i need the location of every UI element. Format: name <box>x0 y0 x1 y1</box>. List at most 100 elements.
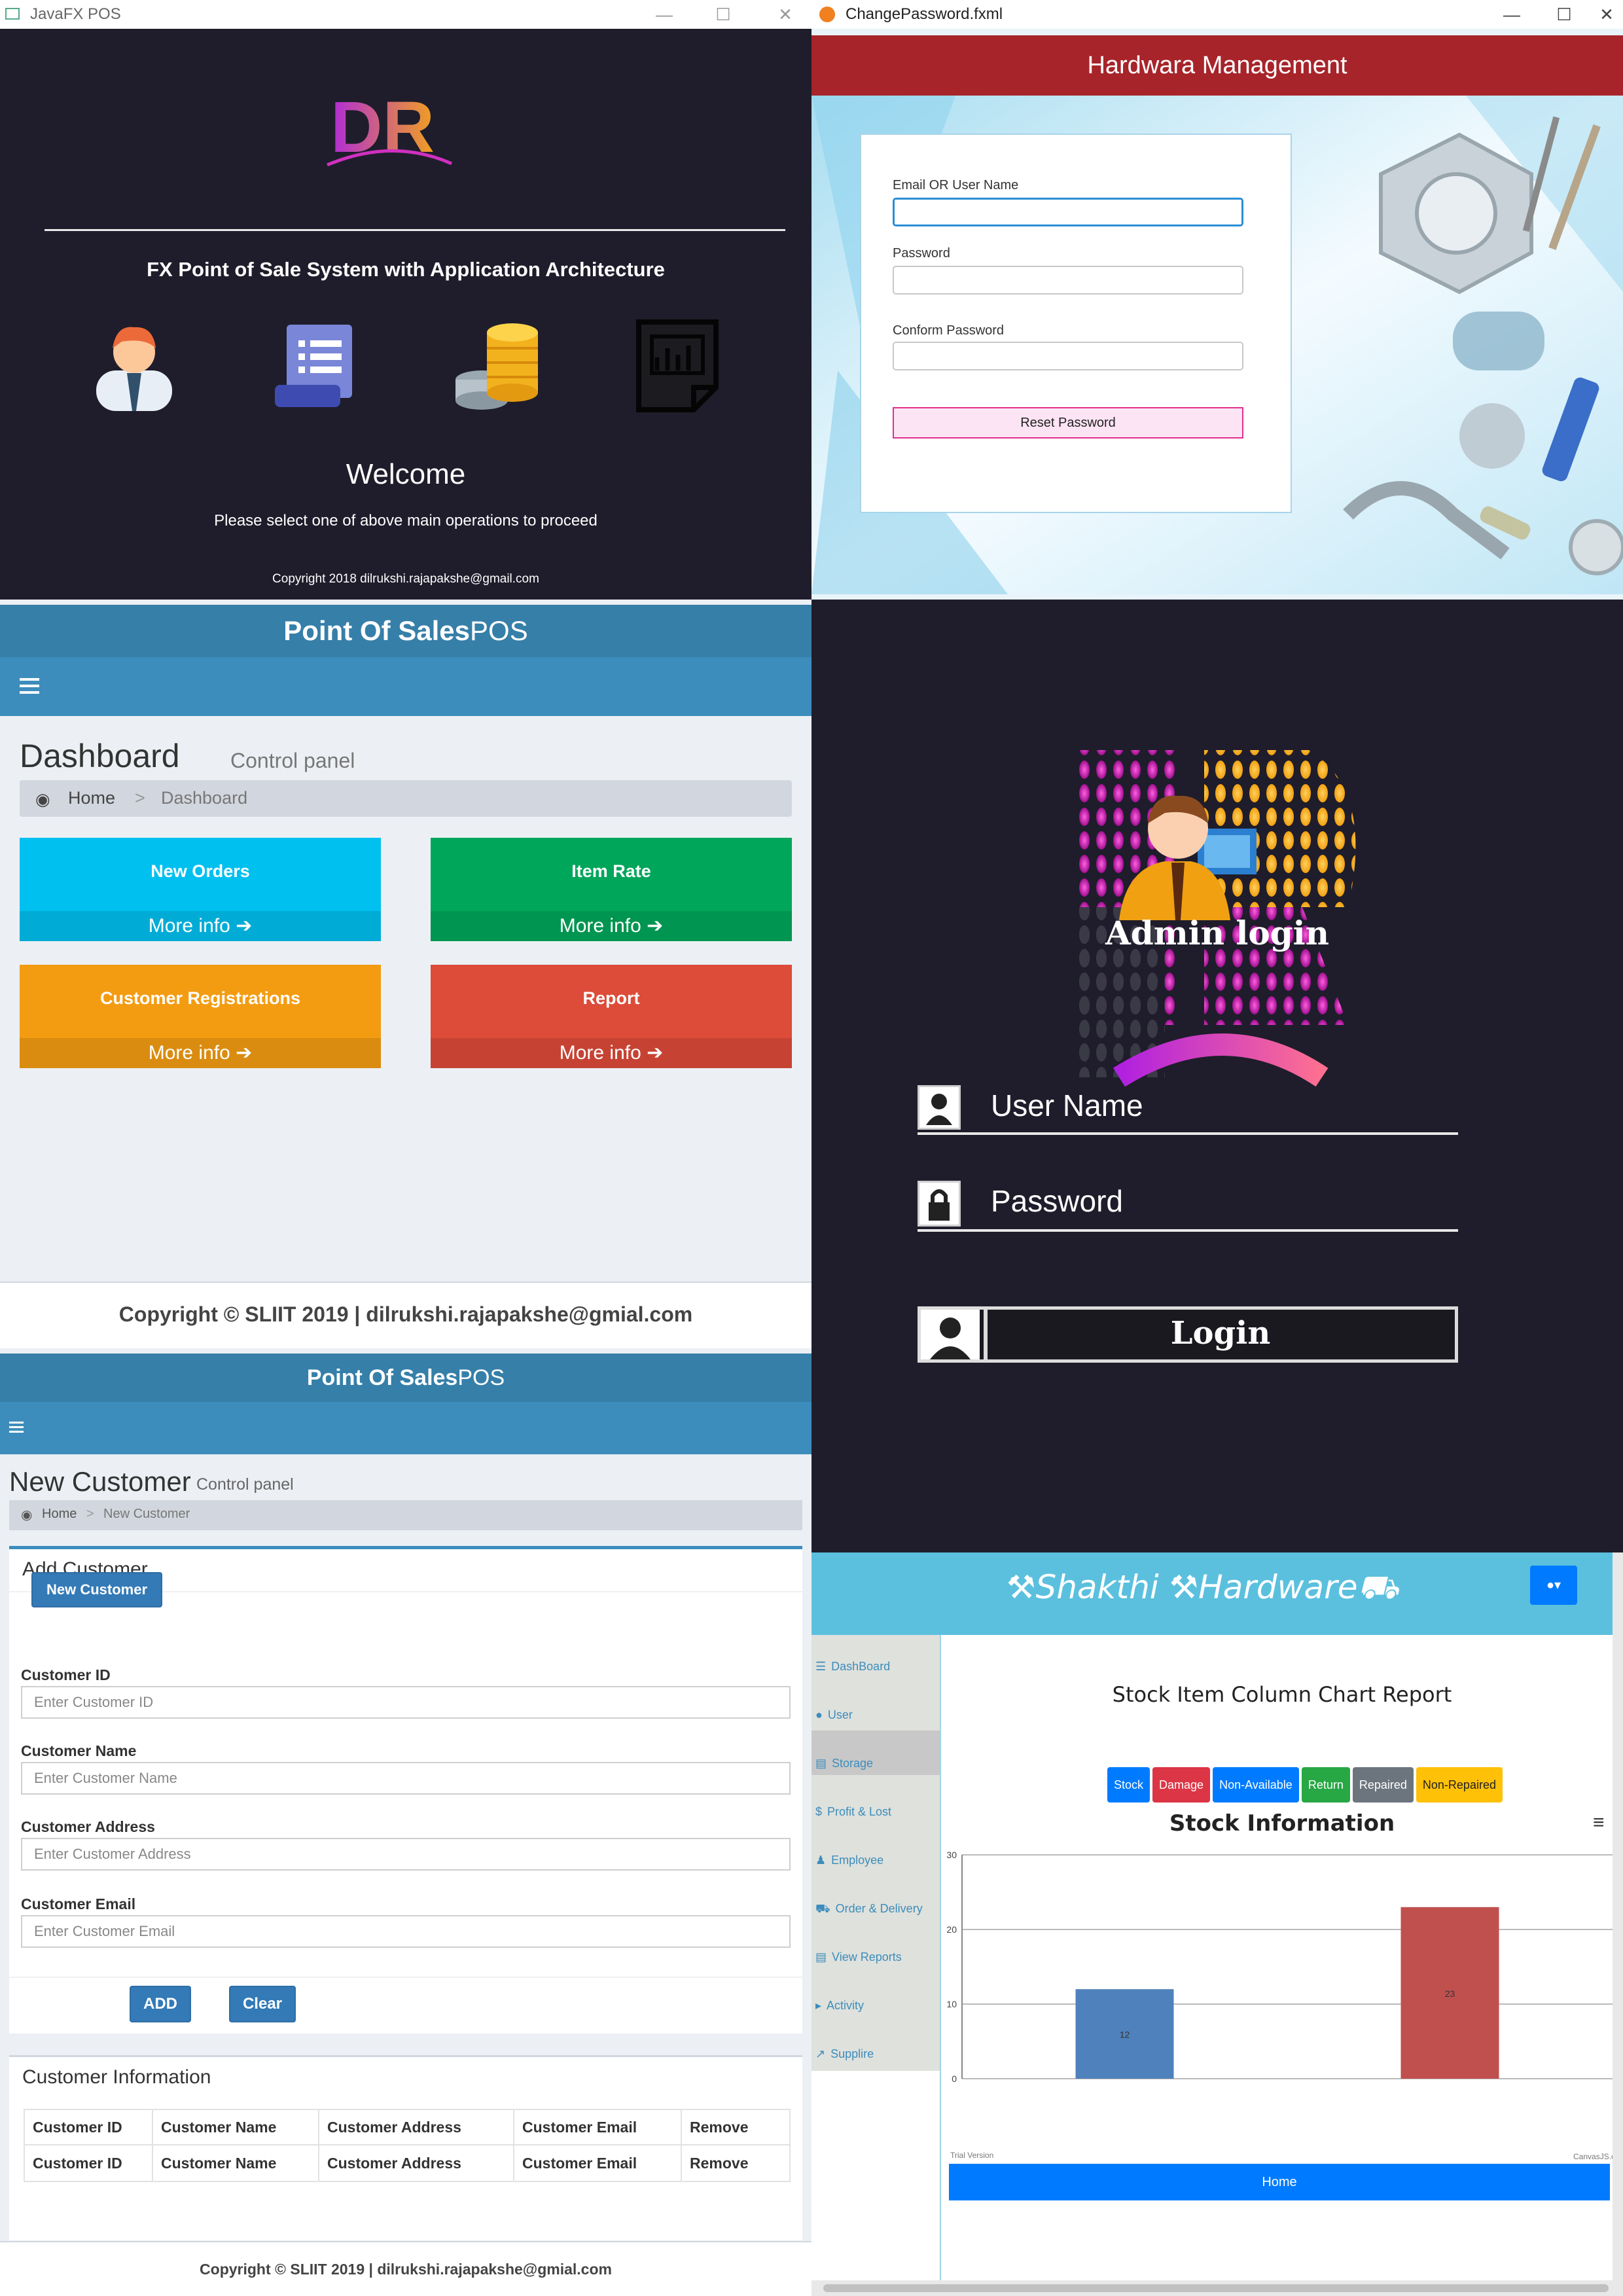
dashboard-page: Point Of SalesPOS Dashboard Control pane… <box>0 600 812 1351</box>
new-orders-box[interactable]: New Orders More info ➔ <box>20 838 381 941</box>
sidebar-item-employee[interactable]: ♟ Employee <box>815 1854 883 1867</box>
user-menu-button[interactable]: ●▾ <box>1530 1566 1577 1605</box>
hamburger-menu-icon[interactable] <box>9 1422 24 1433</box>
password-input[interactable] <box>893 266 1243 295</box>
app-title: Point Of SalesPOS <box>0 1354 812 1402</box>
chart-menu-icon[interactable]: ≡ <box>1593 1812 1605 1834</box>
customer-id-input[interactable] <box>21 1686 791 1719</box>
breadcrumb: ◉ Home > New Customer <box>9 1500 802 1530</box>
filter-return-button[interactable]: Return <box>1301 1767 1350 1803</box>
svg-text:DR: DR <box>330 92 435 168</box>
reset-password-button[interactable]: Reset Password <box>893 407 1243 439</box>
sidebar-item-supplire[interactable]: ↗ Supplire <box>815 2047 874 2061</box>
horizontal-scrollbar[interactable] <box>812 2280 1623 2296</box>
box-title: Customer Information <box>22 2066 211 2088</box>
filter-non-available-button[interactable]: Non-Available <box>1213 1767 1299 1803</box>
close-button[interactable]: ✕ <box>759 0 812 29</box>
customer-table: Customer ID Customer Name Customer Address… <box>24 2109 791 2182</box>
confirm-password-input[interactable] <box>893 342 1243 370</box>
coins-icon[interactable] <box>454 321 541 410</box>
sidebar-item-label: View Reports <box>832 1950 902 1964</box>
user-icon <box>918 1085 961 1130</box>
customer-address-input[interactable] <box>21 1838 791 1871</box>
window-title: JavaFX POS <box>30 5 121 23</box>
breadcrumb-separator: > <box>135 788 145 808</box>
login-button[interactable]: Login <box>918 1306 1458 1363</box>
title-bar: JavaFX POS — ☐ ✕ <box>0 0 812 29</box>
more-info-link[interactable]: More info ➔ <box>20 911 381 941</box>
customer-email-label: Customer Email <box>21 1895 136 1912</box>
page-subtitle: Control panel <box>196 1475 294 1494</box>
item-rate-box[interactable]: Item Rate More info ➔ <box>431 838 792 941</box>
app-title-bold: Point Of Sales <box>283 615 471 646</box>
app-icon <box>5 8 20 20</box>
app-icon <box>819 7 835 22</box>
bar-value-label: 23 <box>1445 1988 1455 1999</box>
add-button[interactable]: ADD <box>130 1986 191 2022</box>
sidebar-item-storage[interactable]: ▤ Storage <box>815 1757 873 1770</box>
sidebar-item-view-reports[interactable]: ▤ View Reports <box>815 1950 902 1964</box>
table-header-cell: Customer Name <box>152 2109 319 2145</box>
app-title-suffix: POS <box>470 615 528 646</box>
home-button[interactable]: Home <box>949 2164 1610 2200</box>
minimize-button[interactable]: — <box>638 0 690 29</box>
sidebar-item-profit-lost[interactable]: $ Profit & Lost <box>815 1805 891 1819</box>
filter-non-repaired-button[interactable]: Non-Repaired <box>1416 1767 1503 1803</box>
table-cell: Remove <box>681 2144 791 2182</box>
sidebar-item-order-delivery[interactable]: ⛟ Order & Delivery <box>815 1902 923 1918</box>
breadcrumb-home[interactable]: Home <box>42 1507 77 1522</box>
app-title-suffix: POS <box>457 1365 505 1390</box>
customer-name-input[interactable] <box>21 1762 791 1795</box>
maximize-button[interactable]: ☐ <box>1538 0 1590 29</box>
customer-email-input[interactable] <box>21 1915 791 1948</box>
filter-stock-button[interactable]: Stock <box>1107 1767 1150 1803</box>
x-tick-label: Pan <box>1116 2082 1133 2084</box>
more-info-link[interactable]: More info ➔ <box>20 1038 381 1068</box>
sidebar-item-dashboard[interactable]: ☰ DashBoard <box>815 1660 890 1674</box>
instruction-text: Please select one of above main operatio… <box>214 512 597 529</box>
more-info-link[interactable]: More info ➔ <box>431 911 792 941</box>
footer: Copyright © SLIIT 2019 | dilrukshi.rajap… <box>0 1282 812 1348</box>
brand-header: ⚒Shakthi ⚒Hardware⛟ ●▾ <box>812 1552 1623 1635</box>
admin-avatar-icon <box>1119 795 1257 920</box>
title-bar: ChangePassword.fxml — ☐ ✕ <box>812 0 1623 29</box>
sidebar-item-label: Storage <box>832 1757 874 1770</box>
hamburger-menu-icon[interactable] <box>20 678 39 694</box>
clear-button[interactable]: Clear <box>229 1986 296 2022</box>
sidebar-item-label: Employee <box>831 1854 884 1867</box>
filter-damage-button[interactable]: Damage <box>1152 1767 1211 1803</box>
minimize-button[interactable]: — <box>1486 0 1538 29</box>
email-input[interactable] <box>893 198 1243 226</box>
sidebar-item-activity[interactable]: ▸ Activity <box>815 1999 864 2013</box>
reset-password-form: Email OR User Name Password Conform Pass… <box>860 134 1292 513</box>
username-input[interactable]: User Name <box>991 1088 1143 1123</box>
scrollbar-thumb[interactable] <box>823 2284 1609 2292</box>
footer: Copyright © SLIIT 2019 | dilrukshi.rajap… <box>0 2241 812 2296</box>
report-icon[interactable] <box>636 319 719 412</box>
lock-icon <box>918 1181 961 1227</box>
customer-registrations-box[interactable]: Customer Registrations More info ➔ <box>20 965 381 1068</box>
breadcrumb-home[interactable]: Home <box>68 788 115 808</box>
new-customer-button[interactable]: New Customer <box>31 1572 162 1607</box>
app-title-bold: Point Of Sales <box>306 1365 458 1390</box>
document-icon[interactable] <box>274 322 356 408</box>
more-info-link[interactable]: More info ➔ <box>431 1038 792 1068</box>
y-tick-label: 10 <box>946 1999 957 2009</box>
close-button[interactable]: ✕ <box>1590 0 1623 29</box>
password-input[interactable]: Password <box>991 1183 1123 1219</box>
sidebar-item-icon: $ <box>815 1805 823 1818</box>
table-cell: Customer Address <box>318 2144 514 2182</box>
email-label: Email OR User Name <box>893 178 1019 192</box>
vertical-scrollbar[interactable] <box>1613 1552 1623 2280</box>
x-tick-label: Gun <box>1441 2082 1458 2084</box>
page-subtitle: Control panel <box>230 749 355 772</box>
sidebar-item-user[interactable]: ● User <box>815 1708 853 1722</box>
filter-repaired-button[interactable]: Repaired <box>1352 1767 1414 1803</box>
user-icon[interactable] <box>93 319 175 411</box>
footer-text: Copyright © SLIIT 2019 | dilrukshi.rajap… <box>200 2261 612 2278</box>
maximize-button[interactable]: ☐ <box>697 0 749 29</box>
box-title: New Orders <box>151 861 250 881</box>
report-box[interactable]: Report More info ➔ <box>431 965 792 1068</box>
navbar <box>0 657 812 716</box>
sidebar-item-icon: ↗ <box>815 2047 826 2060</box>
